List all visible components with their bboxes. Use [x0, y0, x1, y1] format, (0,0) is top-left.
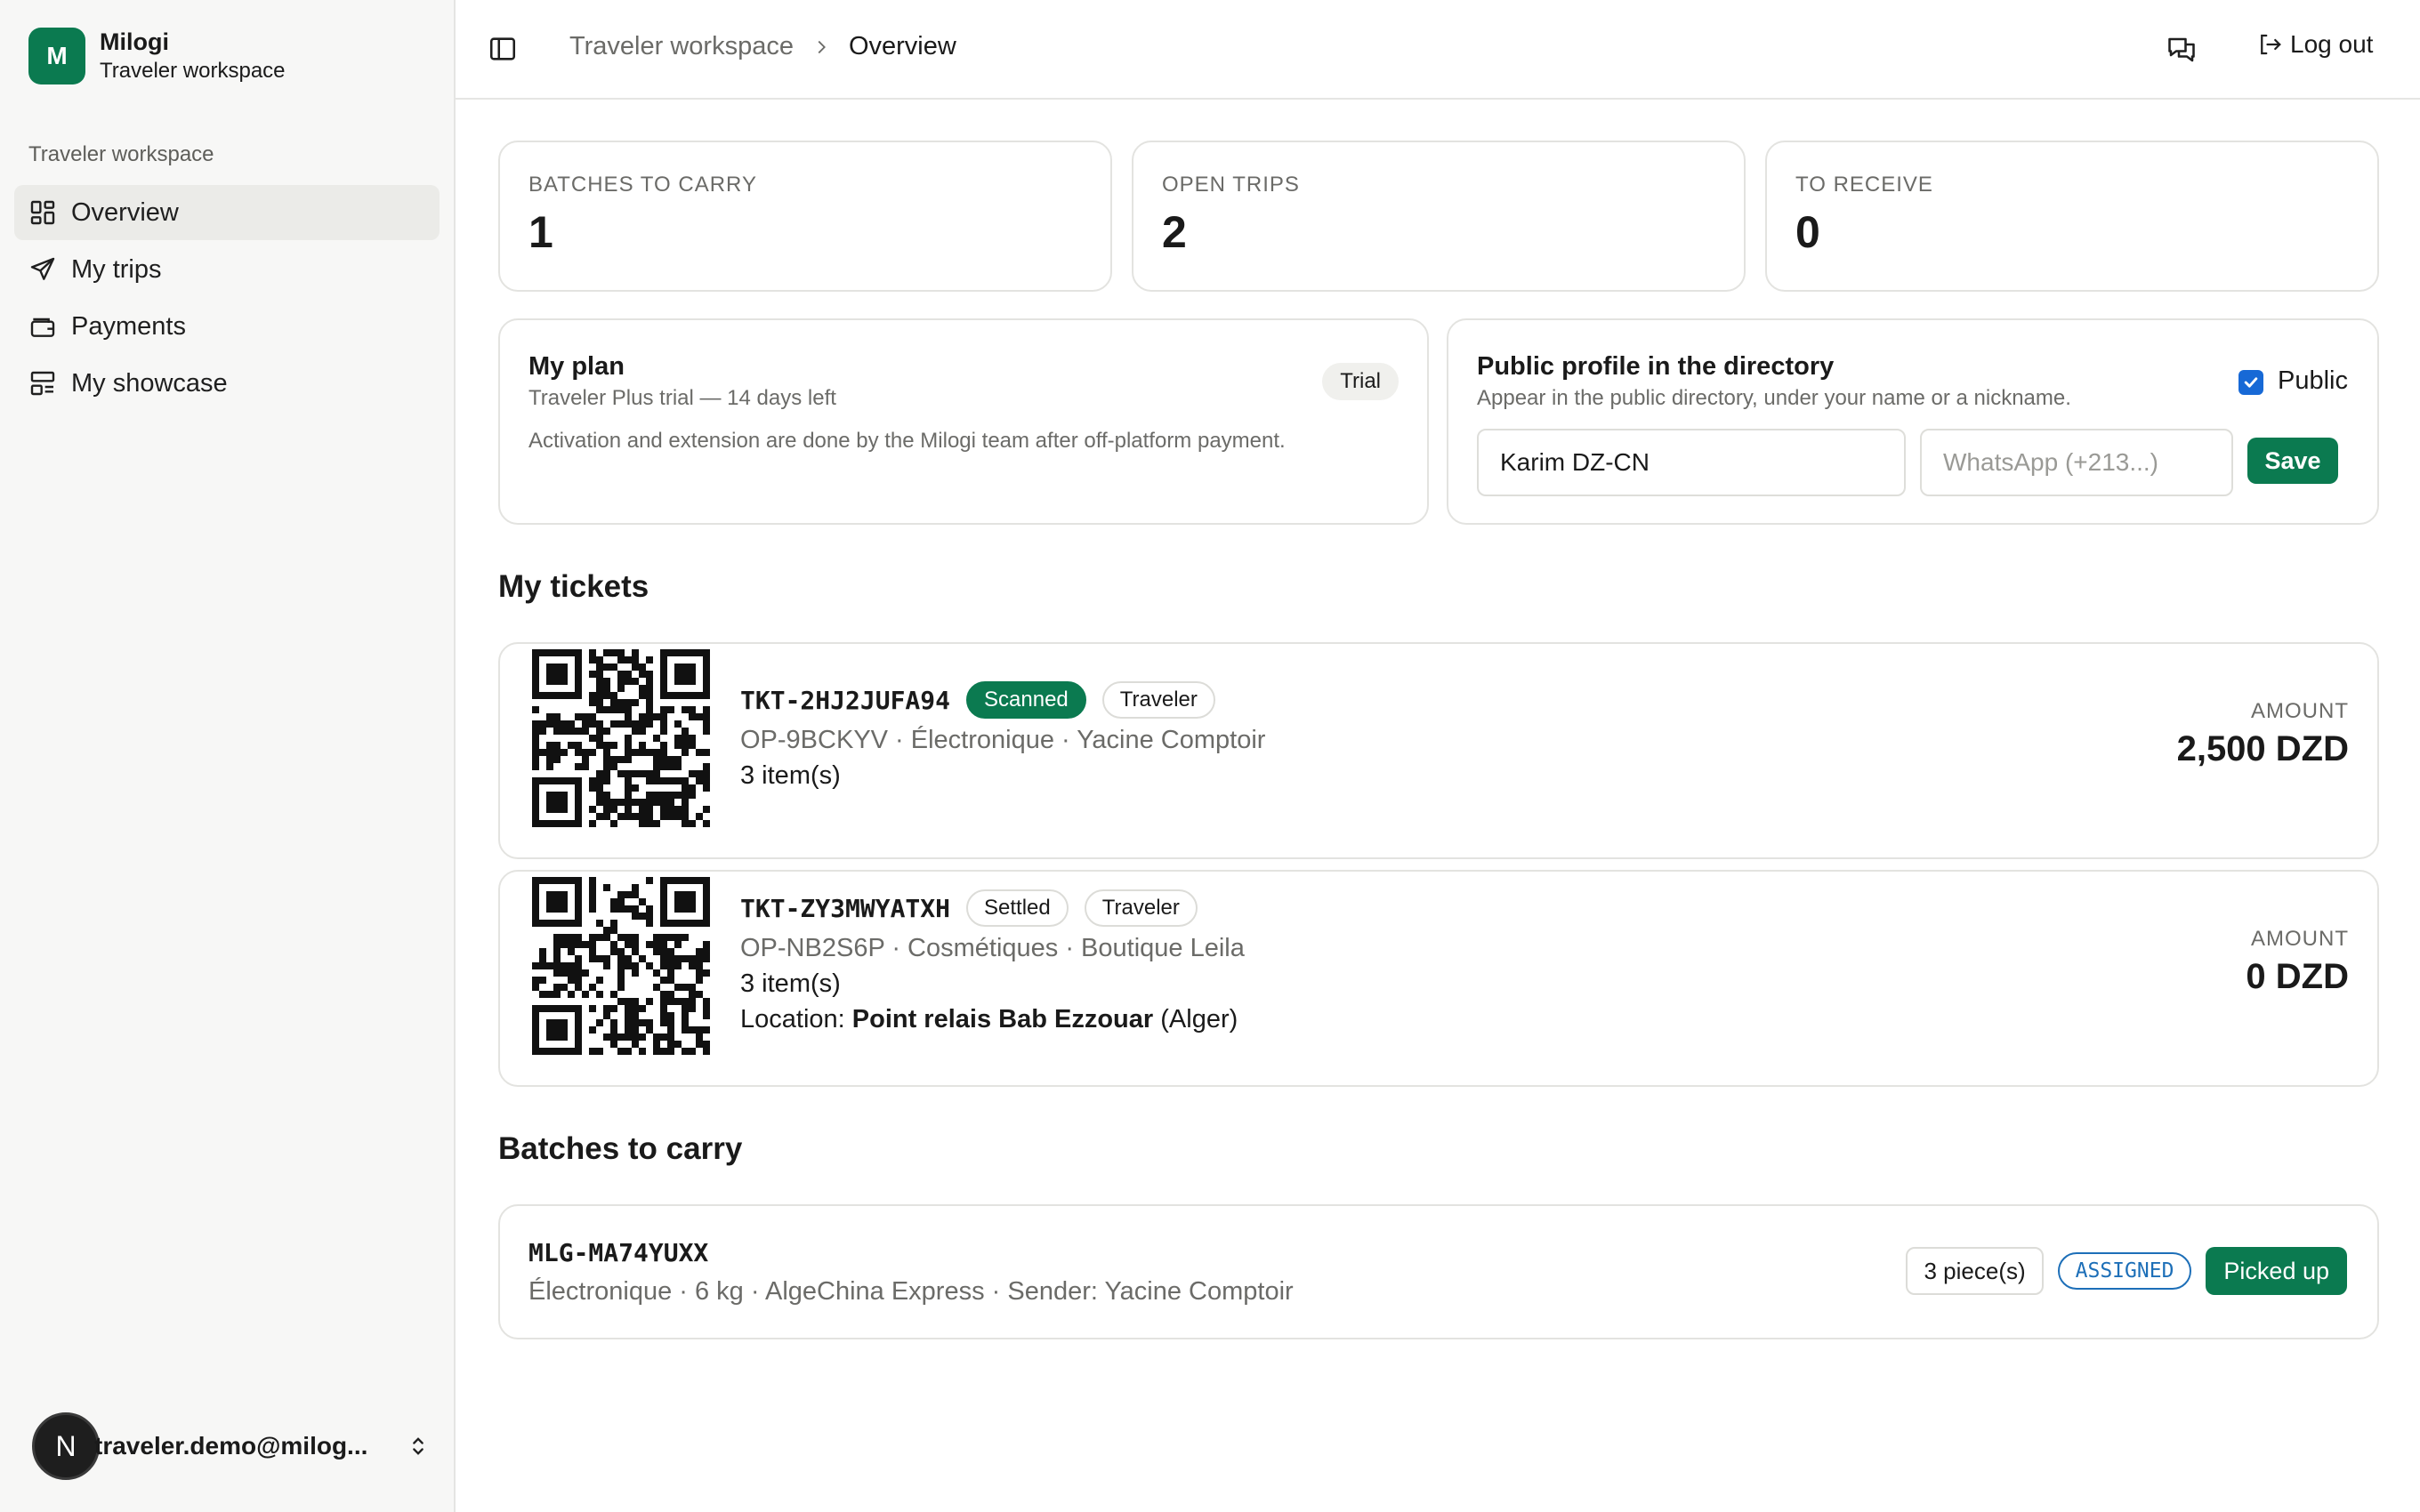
wallet-icon — [30, 318, 55, 337]
amount-label: AMOUNT — [2251, 927, 2349, 951]
plan-badge: Trial — [1322, 363, 1399, 400]
ticket-card[interactable]: TKT-ZY3MWYATXH Settled Traveler OP-NB2S6… — [498, 870, 2379, 1087]
batch-id: MLG-MA74YUXX — [528, 1238, 709, 1267]
dashboard-icon — [30, 200, 55, 225]
brand-logo: M — [28, 28, 85, 84]
sidebar-item-label: My showcase — [71, 368, 228, 398]
status-badge: Settled — [966, 889, 1069, 927]
plan-subtitle: Traveler Plus trial — 14 days left — [528, 386, 836, 410]
stat-value: 2 — [1162, 207, 1187, 257]
breadcrumb-current: Overview — [848, 32, 956, 60]
breadcrumb: Traveler workspace Overview — [569, 32, 956, 61]
brand-subtitle: Traveler workspace — [100, 59, 286, 83]
showcase-icon — [30, 371, 55, 396]
role-badge: Traveler — [1084, 889, 1198, 927]
ticket-details: OP-NB2S6P · Cosmétiques · Boutique Leila — [740, 934, 1245, 962]
sidebar-item-my-trips[interactable]: My trips — [14, 242, 440, 297]
amount-label: AMOUNT — [2251, 699, 2349, 723]
stat-label: OPEN TRIPS — [1162, 173, 1300, 197]
qr-code — [532, 877, 710, 1055]
save-button[interactable]: Save — [2247, 438, 2338, 484]
profile-title: Public profile in the directory — [1477, 352, 1835, 381]
location-label: Location: — [740, 1005, 845, 1033]
logout-button[interactable]: Log out — [2256, 30, 2373, 59]
avatar: N — [32, 1412, 100, 1480]
profile-subtitle: Appear in the public directory, under yo… — [1477, 386, 2071, 410]
public-checkbox[interactable] — [2238, 370, 2263, 395]
pieces-badge: 3 piece(s) — [1906, 1247, 2044, 1295]
breadcrumb-parent[interactable]: Traveler workspace — [569, 32, 794, 61]
plan-title: My plan — [528, 352, 625, 381]
sidebar-group-label: Traveler workspace — [28, 142, 214, 166]
stat-card-batches: BATCHES TO CARRY 1 — [498, 141, 1112, 292]
logout-icon — [2261, 34, 2281, 55]
messages-icon[interactable] — [2166, 34, 2198, 66]
sidebar-item-label: Overview — [71, 197, 179, 227]
plane-icon — [30, 257, 55, 280]
status-badge: ASSIGNED — [2057, 1252, 2192, 1290]
sidebar-item-my-showcase[interactable]: My showcase — [14, 356, 440, 411]
sidebar-item-label: Payments — [71, 311, 186, 341]
amount-value: 0 DZD — [2246, 957, 2349, 996]
status-badge: Scanned — [966, 681, 1086, 719]
ticket-card[interactable]: TKT-2HJ2JUFA94 Scanned Traveler OP-9BCKY… — [498, 642, 2379, 859]
picked-up-button[interactable]: Picked up — [2206, 1247, 2347, 1295]
sidebar-item-label: My trips — [71, 254, 162, 284]
section-title-tickets: My tickets — [498, 569, 649, 604]
sidebar-toggle-icon[interactable] — [488, 34, 518, 64]
ticket-id: TKT-ZY3MWYATXH — [740, 893, 951, 923]
user-menu[interactable]: N traveler.demo@milog... — [32, 1411, 432, 1482]
sidebar-item-payments[interactable]: Payments — [14, 299, 440, 354]
location-city: (Alger) — [1160, 1005, 1238, 1033]
qr-code — [532, 649, 710, 827]
ticket-details: OP-9BCKYV · Électronique · Yacine Compto… — [740, 726, 1266, 754]
brand-name: Milogi — [100, 28, 169, 55]
section-title-batches: Batches to carry — [498, 1131, 743, 1166]
role-badge: Traveler — [1101, 681, 1215, 719]
ticket-location: Location: Point relais Bab Ezzouar (Alge… — [740, 1005, 1238, 1034]
amount-value: 2,500 DZD — [2176, 729, 2349, 768]
display-name-input[interactable]: Karim DZ-CN — [1477, 429, 1906, 496]
ticket-id: TKT-2HJ2JUFA94 — [740, 685, 951, 715]
top-header: Traveler workspace Overview Log out — [456, 0, 2420, 100]
stat-card-open-trips: OPEN TRIPS 2 — [1132, 141, 1746, 292]
whatsapp-input[interactable]: WhatsApp (+213...) — [1920, 429, 2233, 496]
stat-value: 0 — [1795, 207, 1820, 257]
stat-value: 1 — [528, 207, 553, 257]
location-name: Point relais Bab Ezzouar — [851, 1005, 1154, 1033]
stat-card-to-receive: TO RECEIVE 0 — [1765, 141, 2379, 292]
sidebar-item-overview[interactable]: Overview — [14, 185, 440, 240]
chevron-up-down-icon — [413, 1437, 424, 1455]
plan-note: Activation and extension are done by the… — [528, 429, 1286, 453]
plan-card: My plan Traveler Plus trial — 14 days le… — [498, 318, 1429, 525]
public-profile-card: Public profile in the directory Appear i… — [1447, 318, 2379, 525]
stat-label: BATCHES TO CARRY — [528, 173, 757, 197]
logout-label: Log out — [2290, 30, 2374, 58]
stat-label: TO RECEIVE — [1795, 173, 1933, 197]
public-label: Public — [2278, 366, 2348, 395]
sidebar-nav: Overview My trips Payments My showcase — [14, 185, 440, 413]
ticket-items: 3 item(s) — [740, 761, 841, 790]
batch-card[interactable]: MLG-MA74YUXX Électronique · 6 kg · AlgeC… — [498, 1204, 2379, 1339]
ticket-items: 3 item(s) — [740, 969, 841, 998]
brand[interactable]: M Milogi Traveler workspace — [28, 27, 286, 85]
batch-details: Électronique · 6 kg · AlgeChina Express … — [528, 1277, 1294, 1306]
user-email: traveler.demo@milog... — [94, 1432, 368, 1460]
sidebar: M Milogi Traveler workspace Traveler wor… — [0, 0, 456, 1512]
chevron-right-icon — [818, 40, 826, 53]
